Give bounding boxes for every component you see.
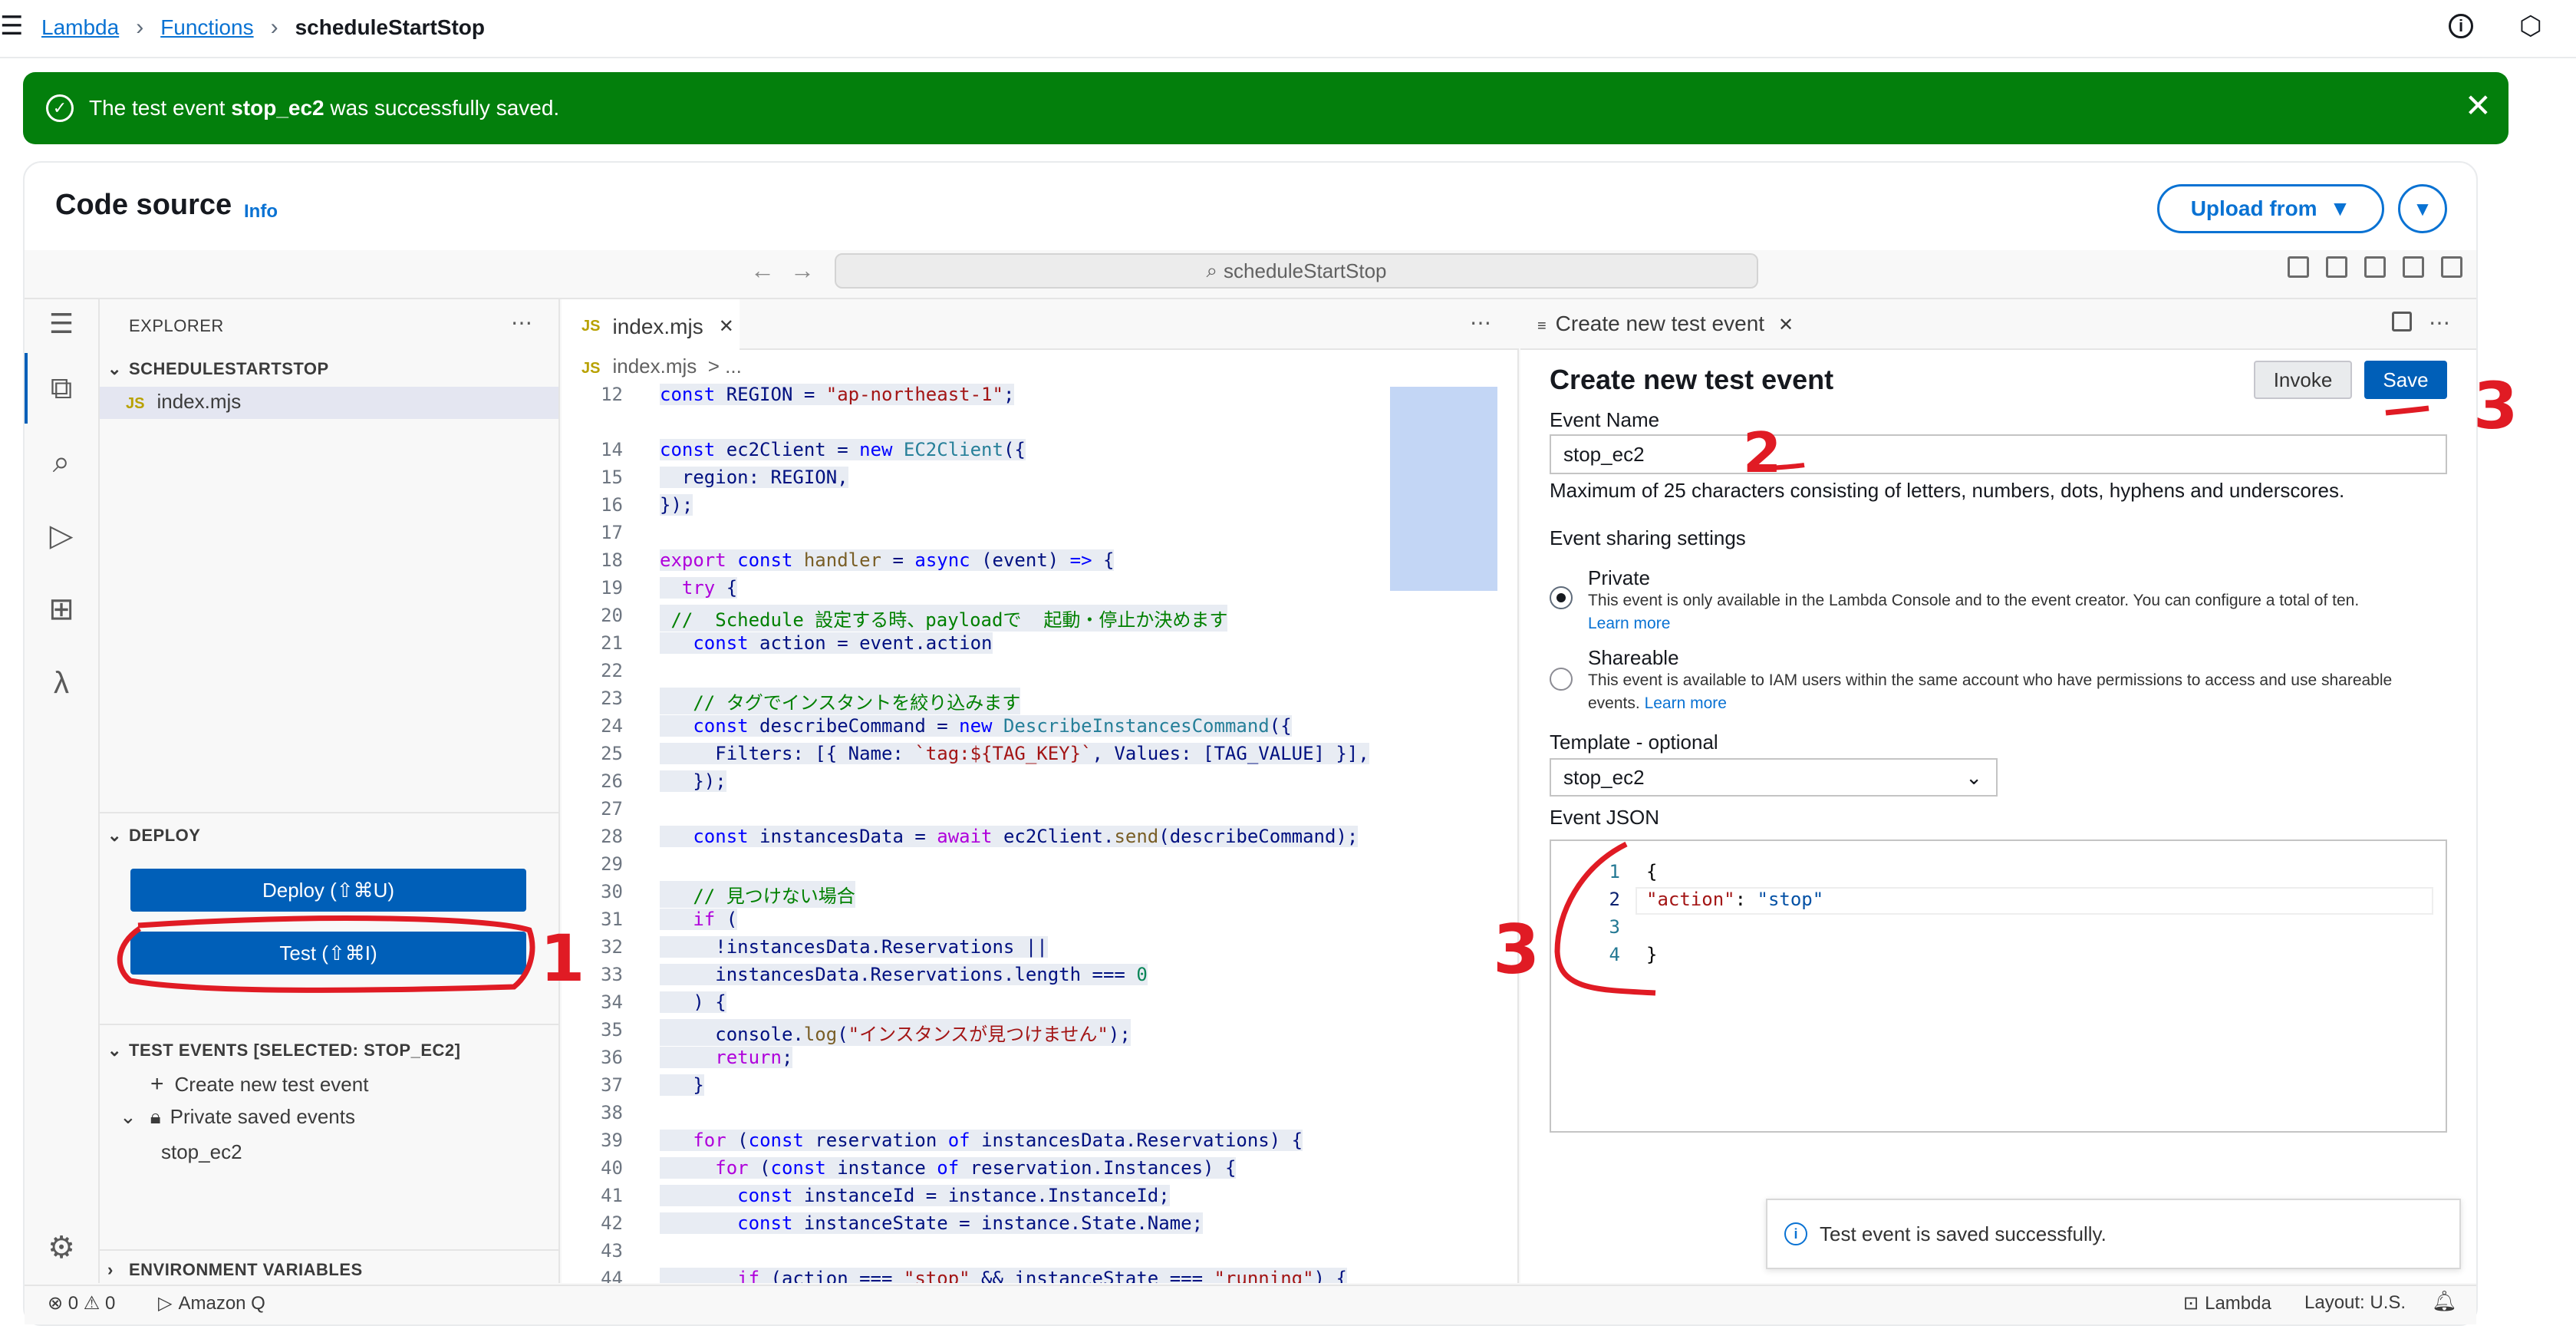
annotation-3b: 3: [1493, 910, 1540, 989]
save-underline: [2385, 405, 2429, 416]
annotation-3a: 3: [2473, 368, 2518, 444]
annotation-2: 2: [1743, 421, 1782, 485]
annotation-1: 1: [540, 921, 585, 996]
json-bracket: [1554, 841, 1656, 996]
test-button-circle: [117, 915, 535, 993]
annotation-overlay: [117, 405, 2429, 996]
